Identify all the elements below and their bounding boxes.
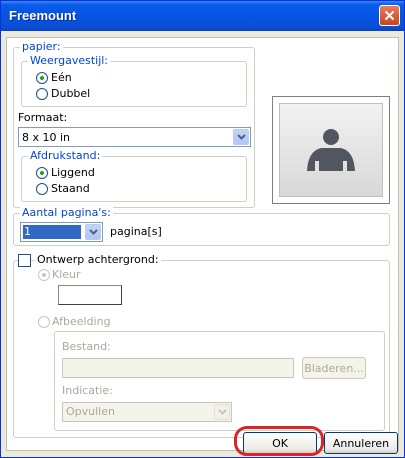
bladeren-button[interactable]: Bladeren... (302, 357, 366, 379)
pages-legend: Aantal pagina's: (20, 206, 113, 220)
radio-staand[interactable] (36, 183, 48, 195)
person-silhouette-icon (307, 129, 355, 171)
radio-dubbel[interactable] (36, 88, 48, 100)
pages-group: Aantal pagina's: 1 pagina[s] (13, 206, 390, 246)
radio-kleur-label[interactable]: Kleur (52, 268, 81, 282)
radio-een[interactable] (36, 72, 48, 84)
bestand-input[interactable] (62, 358, 294, 378)
pages-suffix: pagina[s] (110, 225, 162, 238)
formaat-dropdown-button[interactable] (233, 129, 249, 145)
chevron-down-icon (88, 229, 98, 235)
bestand-label: Bestand: (62, 340, 111, 353)
indicatie-dropdown-button[interactable] (214, 404, 230, 420)
pages-value: 1 (23, 225, 81, 239)
afbeelding-group: Bestand: Bladeren... Indicatie: Opvullen (54, 331, 385, 431)
radio-dubbel-label[interactable]: Dubbel (51, 87, 90, 101)
pages-select[interactable]: 1 (20, 222, 103, 242)
radio-liggend[interactable] (36, 167, 48, 179)
afdrukstand-group: Afdrukstand: Liggend Staand (21, 149, 247, 202)
weergavestijl-legend: Weergavestijl: (28, 54, 111, 68)
bladeren-label: Bladeren... (304, 361, 364, 375)
formaat-select[interactable]: 8 x 10 in (18, 127, 251, 147)
radio-een-label[interactable]: Eén (51, 71, 72, 85)
preview-frame (279, 103, 383, 197)
dialog-window: Freemount papier: Weergavestijl: Eén Dub… (0, 0, 405, 458)
close-icon (384, 10, 395, 21)
radio-staand-label[interactable]: Staand (51, 182, 90, 196)
radio-liggend-label[interactable]: Liggend (51, 166, 95, 180)
cancel-button[interactable]: Annuleren (324, 432, 398, 454)
cancel-label: Annuleren (332, 436, 390, 450)
afdrukstand-legend: Afdrukstand: (28, 149, 103, 163)
formaat-label: Formaat: (18, 111, 68, 124)
indicatie-label: Indicatie: (62, 384, 113, 397)
title-bar[interactable]: Freemount (1, 1, 404, 31)
window-title: Freemount (9, 8, 77, 23)
pages-dropdown-button[interactable] (85, 224, 101, 240)
radio-afbeelding-label[interactable]: Afbeelding (52, 315, 111, 329)
background-group: Ontwerp achtergrond: Kleur Afbeelding Be… (13, 253, 390, 438)
chevron-down-icon (236, 134, 246, 140)
ok-button[interactable]: OK (243, 432, 317, 454)
radio-afbeelding[interactable] (38, 316, 50, 328)
background-checkbox[interactable] (18, 254, 31, 267)
chevron-down-icon (217, 409, 227, 415)
content-panel: papier: Weergavestijl: Eén Dubbel Formaa… (6, 37, 399, 451)
radio-kleur[interactable] (38, 269, 50, 281)
papier-group: papier: Weergavestijl: Eén Dubbel Formaa… (13, 40, 255, 208)
indicatie-select[interactable]: Opvullen (62, 402, 232, 422)
color-swatch-button[interactable] (58, 285, 122, 305)
indicatie-value: Opvullen (66, 405, 115, 418)
papier-legend: papier: (20, 40, 63, 54)
page-preview (272, 96, 390, 204)
ok-label: OK (272, 436, 288, 450)
formaat-value: 8 x 10 in (22, 131, 71, 144)
close-button[interactable] (379, 5, 400, 26)
weergavestijl-group: Weergavestijl: Eén Dubbel (21, 54, 247, 107)
background-check-label[interactable]: Ontwerp achtergrond: (35, 253, 161, 267)
